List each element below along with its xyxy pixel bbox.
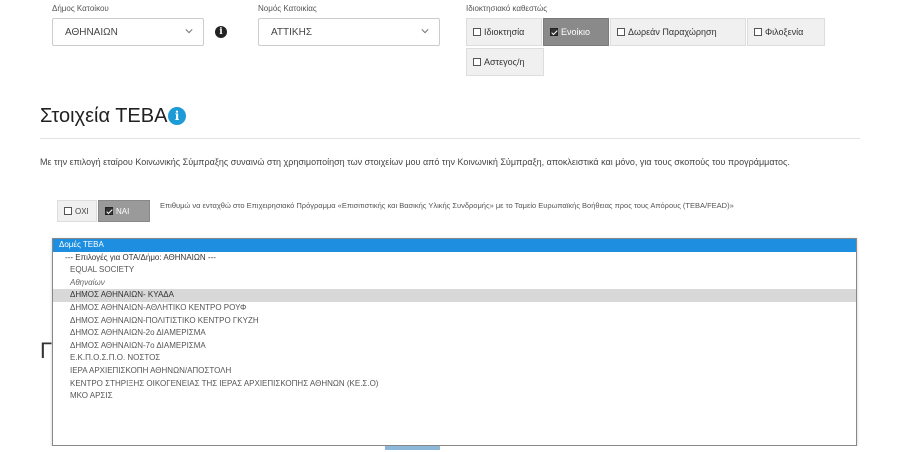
municipality-select[interactable]: ΑΘΗΝΑΙΩΝ bbox=[52, 18, 204, 46]
fead-note: Επιθυμώ να ενταχθώ στο Επιχειρησιακό Πρό… bbox=[160, 201, 734, 210]
status-option-label: Αστεγος/η bbox=[484, 57, 525, 67]
checkbox bbox=[754, 28, 762, 36]
section-title: Στοιχεία ΤΕΒΑ bbox=[40, 105, 168, 127]
toggle-yes-label: ΝΑΙ bbox=[116, 206, 130, 216]
status-option-label: Φιλοξενία bbox=[765, 27, 804, 37]
status-option-label: Δωρεάν Παραχώρηση bbox=[628, 27, 717, 37]
toggle-no[interactable]: ΟΧΙ bbox=[57, 200, 97, 222]
background-heading: Γ bbox=[40, 338, 53, 363]
dropdown-option[interactable]: Ε.Κ.Π.Ο.Σ.Π.Ο. ΝΟΣΤΟΣ bbox=[53, 352, 856, 365]
checkbox-checked bbox=[105, 207, 113, 215]
status-option-label: Ιδιοκτησία bbox=[484, 27, 525, 37]
dropdown-group-header: --- Επιλογές για ΟΤΑ/Δήμο: ΑΘΗΝΑΙΩΝ --- bbox=[65, 252, 216, 262]
status-option-free-grant[interactable]: Δωρεάν Παραχώρηση bbox=[610, 18, 746, 46]
dropdown-option[interactable]: ΔΗΜΟΣ ΑΘΗΝΑΙΩΝ-2ο ΔΙΑΜΕΡΙΣΜΑ bbox=[53, 327, 856, 340]
consent-description: Με την επιλογή εταίρου Κοινωνικής Σύμπρα… bbox=[40, 157, 790, 167]
checkbox-checked bbox=[550, 28, 558, 36]
chevron-down-icon bbox=[421, 29, 429, 34]
toggle-no-label: ΟΧΙ bbox=[75, 206, 89, 216]
checkbox bbox=[617, 28, 625, 36]
status-option-hosting[interactable]: Φιλοξενία bbox=[747, 18, 825, 46]
dropdown-option[interactable]: ΚΕΝΤΡΟ ΣΤΗΡΙΞΗΣ ΟΙΚΟΓΕΝΕΙΑΣ ΤΗΣ ΙΕΡΑΣ ΑΡ… bbox=[53, 378, 856, 391]
bottom-strip bbox=[0, 446, 900, 452]
teba-structures-dropdown-list[interactable]: Δομές ΤΕΒΑ --- Επιλογές για ΟΤΑ/Δήμο: ΑΘΗ… bbox=[52, 238, 857, 446]
dropdown-option[interactable]: Αθηναίων bbox=[53, 277, 856, 290]
region-select[interactable]: ΑΤΤΙΚΗΣ bbox=[258, 18, 440, 46]
dropdown-option[interactable]: ΔΗΜΟΣ ΑΘΗΝΑΙΩΝ-ΠΟΛΙΤΙΣΤΙΚΟ ΚΕΝΤΡΟ ΓΚΥΖΗ bbox=[53, 315, 856, 328]
divider bbox=[40, 138, 860, 139]
chevron-down-icon bbox=[185, 29, 193, 34]
status-option-ownership[interactable]: Ιδιοκτησία bbox=[466, 18, 542, 46]
bottom-link[interactable] bbox=[385, 446, 440, 450]
dropdown-option[interactable]: ΔΗΜΟΣ ΑΘΗΝΑΙΩΝ-ΑΘΛΗΤΙΚΟ ΚΕΝΤΡΟ ΡΟΥΦ bbox=[53, 302, 856, 315]
municipality-label: Δήμος Κατοίκου bbox=[52, 4, 109, 13]
dropdown-option[interactable]: ΙΕΡΑ ΑΡΧΙΕΠΙΣΚΟΠΗ ΑΘΗΝΩΝ/ΑΠΟΣΤΟΛΗ bbox=[53, 365, 856, 378]
status-option-rent[interactable]: Ενοίκιο bbox=[543, 18, 609, 46]
dropdown-option[interactable]: ΜΚΟ ΑΡΣΙΣ bbox=[53, 390, 856, 403]
info-icon[interactable]: i bbox=[215, 26, 227, 38]
checkbox bbox=[473, 28, 481, 36]
status-option-homeless[interactable]: Αστεγος/η bbox=[466, 48, 544, 76]
region-label: Νομός Κατοικίας bbox=[258, 4, 317, 13]
dropdown-option[interactable]: ΔΗΜΟΣ ΑΘΗΝΑΙΩΝ- ΚΥΑΔΑ bbox=[53, 289, 856, 302]
region-value: ΑΤΤΙΚΗΣ bbox=[271, 26, 312, 38]
ownership-status-label: Ιδιοκτησιακό καθεστώς bbox=[466, 4, 548, 13]
dropdown-option[interactable]: EQUAL SOCIETY bbox=[53, 264, 856, 277]
municipality-value: ΑΘΗΝΑΙΩΝ bbox=[65, 26, 118, 38]
checkbox bbox=[473, 58, 481, 66]
toggle-yes[interactable]: ΝΑΙ bbox=[98, 200, 150, 222]
dropdown-option[interactable]: Δομές ΤΕΒΑ bbox=[53, 239, 856, 252]
checkbox bbox=[64, 207, 72, 215]
status-option-label: Ενοίκιο bbox=[561, 27, 591, 37]
info-icon[interactable]: i bbox=[168, 107, 186, 125]
dropdown-option[interactable]: ΔΗΜΟΣ ΑΘΗΝΑΙΩΝ-7ο ΔΙΑΜΕΡΙΣΜΑ bbox=[53, 340, 856, 353]
